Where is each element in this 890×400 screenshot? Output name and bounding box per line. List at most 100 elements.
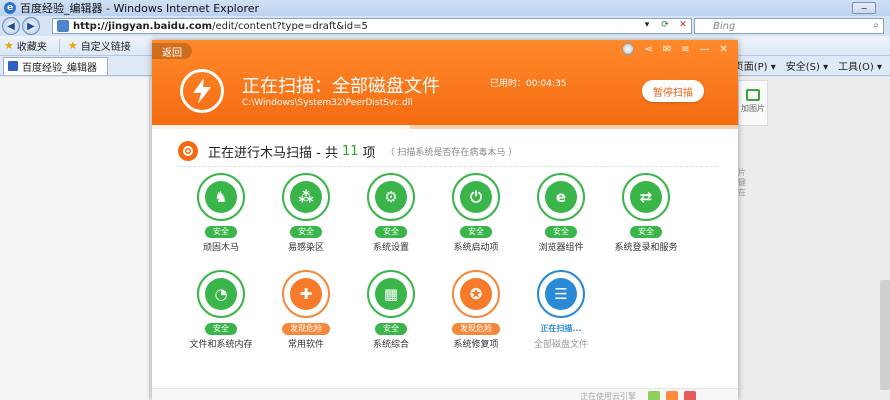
status-badge: 安全 [290,226,322,238]
scan-item-label: 全部磁盘文件 [533,340,588,350]
scan-item-circle: ♞ [197,173,245,221]
scan-item-circle: ✚ [282,270,330,318]
url-tools: ▾ ⟳ ✕ [641,20,689,30]
favorites-star-icon[interactable]: ★ [4,39,14,52]
side-text-line: 键 [738,178,746,187]
engine-red-icon [684,391,696,400]
scan-item-label: 系统设置 [372,243,409,253]
back-button[interactable]: 返回 [152,43,192,59]
scan-item-circle: ⁂ [282,173,330,221]
infection-zone-icon: ⁂ [290,181,322,213]
address-bar: ◀ ▶ http://jingyan.baidu.com/edit/conten… [0,16,890,36]
windows-icon: ▦ [375,278,407,310]
engine-green-icon [648,391,660,400]
status-badge: 安全 [460,226,492,238]
status-badge: 安全 [545,226,577,238]
page-menu[interactable]: 页面(P) ▾ [734,58,776,73]
custom-links-link[interactable]: 自定义链接 [81,38,131,53]
side-text-line: 片 [738,168,746,177]
popup-header: 返回 ⋖ ✉ ≡ — ✕ 正在扫描：全部磁盘文件 C:\Windows\Syst… [152,40,738,128]
page-icon [57,20,69,32]
scan-item-label: 顽固木马 [202,243,239,253]
scan-item-label: 易感染区 [287,243,324,253]
section-subtitle: （ 扫描系统是否存在病毒木马 ） [385,147,518,158]
url-path: /edit/content?type=draft&id=5 [212,20,368,32]
page-scrollbar[interactable] [880,280,890,390]
status-badge: 发现危险 [282,323,330,335]
scan-item-files-memory: ◔ 安全 文件和系统内存 [176,270,266,350]
side-text-line: 在 [738,188,746,197]
search-icon[interactable]: ⌕ [873,20,879,31]
status-badge: 安全 [205,323,237,335]
scan-item-circle: ✪ [452,270,500,318]
add-favorite-icon[interactable]: ★ [68,39,78,52]
add-image-button[interactable]: 加图片 [738,80,768,126]
scan-progress-fill [152,125,410,129]
add-image-label: 加图片 [741,104,765,113]
scan-title: 正在扫描：全部磁盘文件 [242,76,440,97]
stop-icon[interactable]: ✕ [677,20,689,30]
scan-item-circle: ☰ [537,270,585,318]
feedback-icon[interactable]: ✉ [663,44,671,55]
memory-icon: ◔ [205,278,237,310]
status-badge: 安全 [205,226,237,238]
pause-scan-button[interactable]: 暂停扫描 [642,80,704,102]
lightning-icon [180,69,224,113]
scan-item-label: 系统修复项 [453,340,499,350]
search-placeholder: Bing [713,20,736,32]
section-title: 正在进行木马扫描 - 共 [208,145,338,161]
menu-icon[interactable]: ≡ [681,44,689,55]
favbar-divider [58,38,60,53]
url-text: http://jingyan.baidu.com/edit/content?ty… [73,21,368,32]
share-icon[interactable]: ⋖ [644,44,652,55]
scan-item-common-software: ✚ 发现危险 常用软件 [261,270,351,350]
refresh-icon[interactable]: ⟳ [659,20,671,30]
minimize-button[interactable]: − [852,2,876,14]
section-count: 11 [341,143,359,159]
scan-item-stubborn-trojan: ♞ 安全顽固木马 [176,173,266,253]
command-bar: 页面(P) ▾ 安全(S) ▾ 工具(O) ▾ [734,58,882,73]
software-icon: ✚ [290,278,322,310]
dropdown-arrow-icon[interactable]: ▾ [641,20,653,30]
ie-logo-icon: e [4,2,16,14]
skin-ball-icon[interactable] [622,43,635,55]
scan-item-circle: ⏻ [452,173,500,221]
favorites-button[interactable]: 收藏夹 [17,38,47,53]
scan-item-circle: ◔ [197,270,245,318]
close-popup-icon[interactable]: ✕ [720,44,728,55]
section-divider [178,166,718,167]
status-badge: 发现危险 [452,323,500,335]
url-input[interactable]: http://jingyan.baidu.com/edit/content?ty… [52,18,692,34]
power-icon: ⏻ [460,181,492,213]
right-side-text: 片 键 在 [738,168,746,198]
elapsed-time: 已用时：00:04:35 [490,79,567,89]
scan-item-login-services: ⇄ 安全 系统登录和服务 [601,173,691,253]
forward-nav-button[interactable]: ▶ [22,17,40,35]
login-service-icon: ⇄ [630,181,662,213]
safety-menu[interactable]: 安全(S) ▾ [786,58,828,73]
engine-orange-icon [666,391,678,400]
scan-item-label: 系统综合 [372,340,409,350]
tab-baidu-editor[interactable]: 百度经验_编辑器 [3,56,108,75]
tab-label: 百度经验_编辑器 [22,62,97,74]
section-header: 正在进行木马扫描 - 共 11 项 （ 扫描系统是否存在病毒木马 ） [178,141,517,161]
scan-item-circle: ⇄ [622,173,670,221]
back-nav-button[interactable]: ◀ [2,17,20,35]
popup-controls: ⋖ ✉ ≡ — ✕ [622,43,728,55]
scan-item-system-general: ▦ 安全 系统综合 [346,270,436,350]
left-pane [0,77,150,400]
scan-popup: 返回 ⋖ ✉ ≡ — ✕ 正在扫描：全部磁盘文件 C:\Windows\Syst… [152,40,738,400]
trojan-horse-icon: ♞ [205,181,237,213]
scan-item-circle: e [537,173,585,221]
scan-item-circle: ⚙ [367,173,415,221]
status-badge: 安全 [630,226,662,238]
scan-item-browser-components: e 安全 浏览器组件 [516,173,606,253]
system-settings-icon: ⚙ [375,181,407,213]
minimize-popup-icon[interactable]: — [700,44,710,55]
window-title: 百度经验_编辑器 - Windows Internet Explorer [20,2,260,15]
tools-menu[interactable]: 工具(O) ▾ [838,58,882,73]
tab-favicon-icon [8,61,18,71]
search-input[interactable]: Bing ⌕ [694,18,884,34]
scan-section-icon [178,141,198,161]
scan-item-infection-zone: ⁂ 安全易感染区 [261,173,351,253]
